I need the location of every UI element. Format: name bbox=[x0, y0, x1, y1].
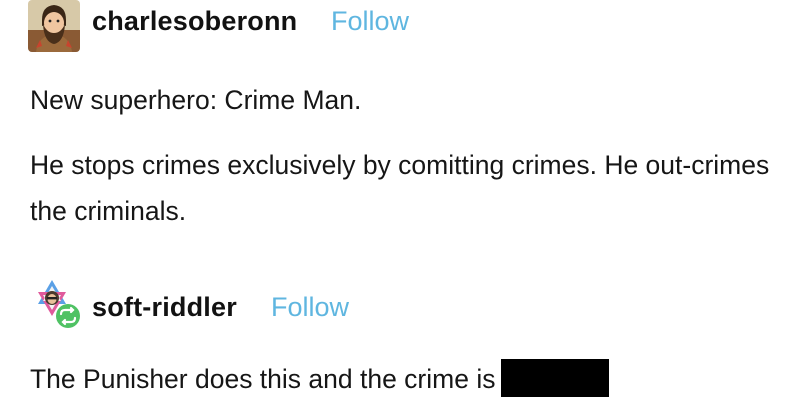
post: charlesoberonn Follow New superhero: Cri… bbox=[0, 0, 800, 226]
reblog-badge bbox=[56, 304, 80, 328]
bearded-man-avatar-icon bbox=[28, 0, 80, 52]
post: soft-riddler Follow The Punisher does th… bbox=[0, 270, 800, 397]
avatar[interactable] bbox=[28, 0, 80, 52]
post-paragraph: The Punisher does this and the crime is bbox=[30, 356, 770, 402]
post-header: charlesoberonn Follow bbox=[0, 0, 800, 60]
post-paragraph-text: The Punisher does this and the crime is bbox=[30, 364, 496, 394]
post-paragraph: He stops crimes exclusively by comitting… bbox=[30, 150, 770, 226]
redaction-block bbox=[501, 359, 610, 397]
follow-button[interactable]: Follow bbox=[271, 292, 349, 323]
username[interactable]: soft-riddler bbox=[92, 292, 237, 323]
follow-button[interactable]: Follow bbox=[331, 6, 409, 37]
star-avatar-icon bbox=[30, 278, 82, 330]
post-header: soft-riddler Follow bbox=[0, 270, 800, 330]
post-paragraph: New superhero: Crime Man. bbox=[30, 85, 362, 115]
username[interactable]: charlesoberonn bbox=[92, 6, 297, 37]
avatar[interactable] bbox=[30, 278, 82, 330]
